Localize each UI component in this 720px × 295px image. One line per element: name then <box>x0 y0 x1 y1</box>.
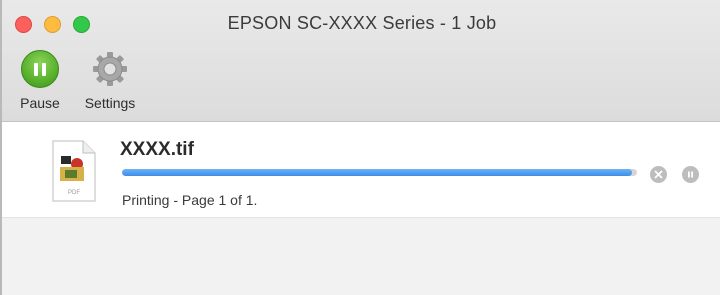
gear-icon <box>93 52 127 86</box>
pause-button[interactable]: Pause <box>12 50 68 111</box>
job-progress-bar <box>122 169 637 176</box>
hold-job-button[interactable] <box>682 166 699 183</box>
close-icon <box>654 170 663 179</box>
pause-icon <box>688 171 693 178</box>
pause-label: Pause <box>20 95 60 111</box>
document-type-label: PDF <box>68 190 80 196</box>
job-row[interactable]: PDF XXXX.tif Printing - Page 1 of 1. <box>2 122 720 218</box>
job-status: Printing - Page 1 of 1. <box>122 192 258 208</box>
settings-button[interactable]: Settings <box>74 50 146 111</box>
settings-label: Settings <box>84 95 136 111</box>
window-title: EPSON SC-XXXX Series - 1 Job <box>227 13 497 33</box>
job-list: PDF XXXX.tif Printing - Page 1 of 1. <box>2 122 720 295</box>
pause-icon <box>21 50 59 88</box>
print-queue-window: EPSON SC-XXXX Series - 1 Job Pause Setti… <box>0 0 720 295</box>
job-filename: XXXX.tif <box>120 139 194 160</box>
titlebar-toolbar: EPSON SC-XXXX Series - 1 Job Pause Setti… <box>2 0 720 122</box>
job-progress-fill <box>122 169 632 176</box>
cancel-job-button[interactable] <box>650 166 667 183</box>
document-icon: PDF <box>52 140 96 202</box>
